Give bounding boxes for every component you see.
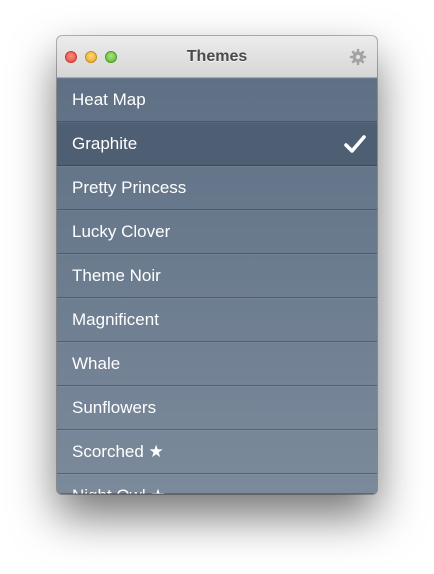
- theme-item-label: Heat Map: [72, 90, 146, 109]
- title-bar: Themes: [57, 36, 377, 78]
- theme-item-label: Magnificent: [72, 310, 159, 329]
- theme-item-whale[interactable]: Whale: [57, 342, 377, 386]
- checkmark-icon: [344, 135, 366, 153]
- theme-item-label: Pretty Princess: [72, 178, 187, 197]
- theme-item-magnificent[interactable]: Magnificent: [57, 298, 377, 342]
- theme-item-graphite[interactable]: Graphite: [57, 122, 377, 166]
- theme-item-sunflowers[interactable]: Sunflowers: [57, 386, 377, 430]
- window-bottom-edge: [57, 493, 377, 494]
- theme-item-label: Scorched ★: [72, 442, 164, 461]
- theme-item-night-owl[interactable]: Night Owl ★: [57, 474, 377, 494]
- gear-icon[interactable]: [349, 48, 367, 66]
- window-title: Themes: [186, 48, 248, 65]
- theme-item-pretty-princess[interactable]: Pretty Princess: [57, 166, 377, 210]
- theme-item-heat-map[interactable]: Heat Map: [57, 78, 377, 122]
- theme-item-theme-noir[interactable]: Theme Noir: [57, 254, 377, 298]
- theme-item-scorched[interactable]: Scorched ★: [57, 430, 377, 474]
- theme-item-label: Sunflowers: [72, 398, 157, 417]
- theme-item-label: Theme Noir: [72, 266, 161, 285]
- theme-item-label: Graphite: [72, 134, 138, 153]
- theme-item-lucky-clover[interactable]: Lucky Clover: [57, 210, 377, 254]
- themes-window: Themes Heat Map Graphite Pretty Princess…: [57, 36, 377, 494]
- theme-item-label: Lucky Clover: [72, 222, 171, 241]
- theme-list[interactable]: Heat Map Graphite Pretty Princess Lucky …: [57, 78, 377, 494]
- theme-item-label: Whale: [72, 354, 121, 373]
